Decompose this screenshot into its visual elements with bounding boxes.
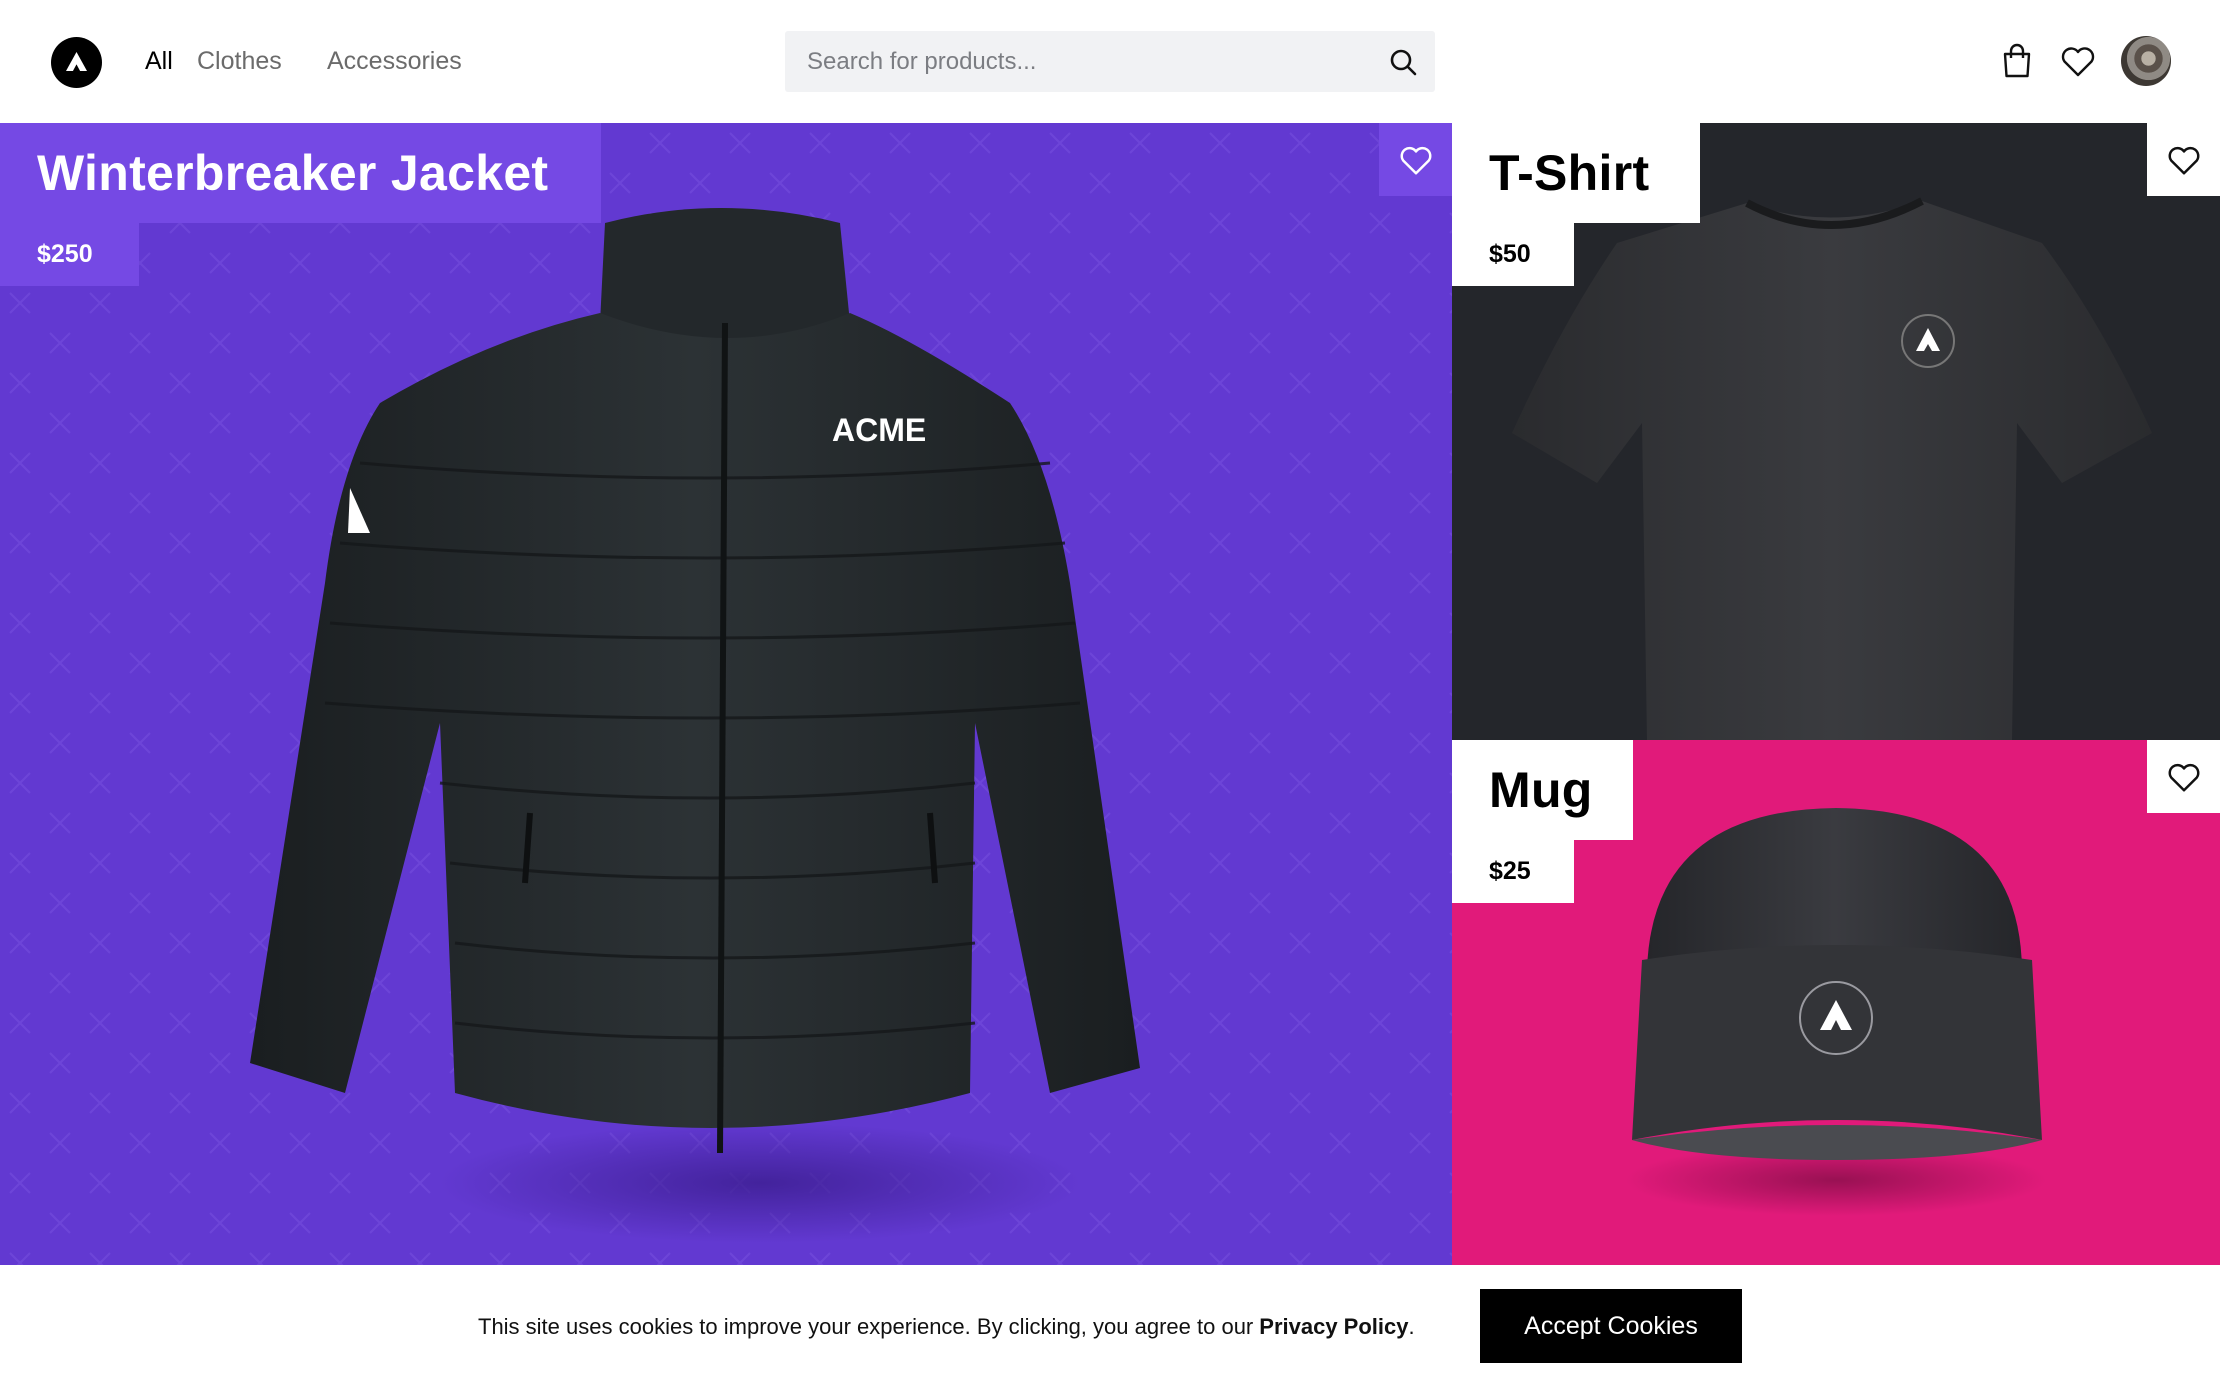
user-avatar[interactable] (2121, 36, 2171, 86)
nav-link-accessories[interactable]: Accessories (327, 47, 462, 76)
search-icon[interactable] (1389, 48, 1417, 76)
favorite-button[interactable] (2147, 740, 2220, 813)
product-price: $25 (1452, 840, 1574, 903)
search-input[interactable] (785, 31, 1367, 92)
nav-item-clothes[interactable]: Clothes (197, 0, 282, 123)
product-title: Mug (1489, 762, 1593, 818)
product-title-box: T-Shirt (1452, 123, 1700, 223)
product-price: $250 (0, 223, 139, 286)
cookie-text: This site uses cookies to improve your e… (478, 1313, 1254, 1339)
heart-icon (2168, 146, 2199, 175)
acme-logo-icon[interactable] (51, 37, 102, 88)
product-title-box: Winterbreaker Jacket (0, 123, 601, 223)
product-card-tshirt[interactable]: T-Shirt $50 (1452, 123, 2220, 740)
cookie-period: . (1408, 1313, 1415, 1339)
product-price: $50 (1452, 223, 1574, 286)
jacket-image (250, 208, 1140, 1154)
product-card-jacket[interactable]: ACME Winterbreaker Jacket $250 (0, 123, 1452, 1265)
cookie-message: This site uses cookies to improve your e… (478, 1265, 1415, 1388)
favorite-button[interactable] (1379, 123, 1452, 196)
nav-item-accessories[interactable]: Accessories (327, 0, 462, 123)
heart-icon[interactable] (2058, 41, 2098, 81)
heart-icon (1400, 146, 1431, 175)
product-title: T-Shirt (1489, 145, 1650, 201)
nav-link-clothes[interactable]: Clothes (197, 47, 282, 76)
product-title: Winterbreaker Jacket (37, 145, 549, 201)
heart-icon (2168, 763, 2199, 792)
nav-item-all[interactable]: All (145, 0, 173, 123)
accept-cookies-button[interactable]: Accept Cookies (1480, 1289, 1742, 1363)
product-title-box: Mug (1452, 740, 1633, 840)
cookie-banner: This site uses cookies to improve your e… (0, 1265, 2220, 1388)
search-bar (785, 31, 1435, 92)
nav-link-all[interactable]: All (145, 47, 173, 76)
privacy-policy-link[interactable]: Privacy Policy (1259, 1314, 1408, 1340)
product-card-mug[interactable]: Mug $25 (1452, 740, 2220, 1265)
favorite-button[interactable] (2147, 123, 2220, 196)
jacket-print-text: ACME (832, 412, 927, 448)
shopping-bag-icon[interactable] (1997, 41, 2037, 81)
top-navbar: All Clothes Accessories (0, 0, 2220, 123)
